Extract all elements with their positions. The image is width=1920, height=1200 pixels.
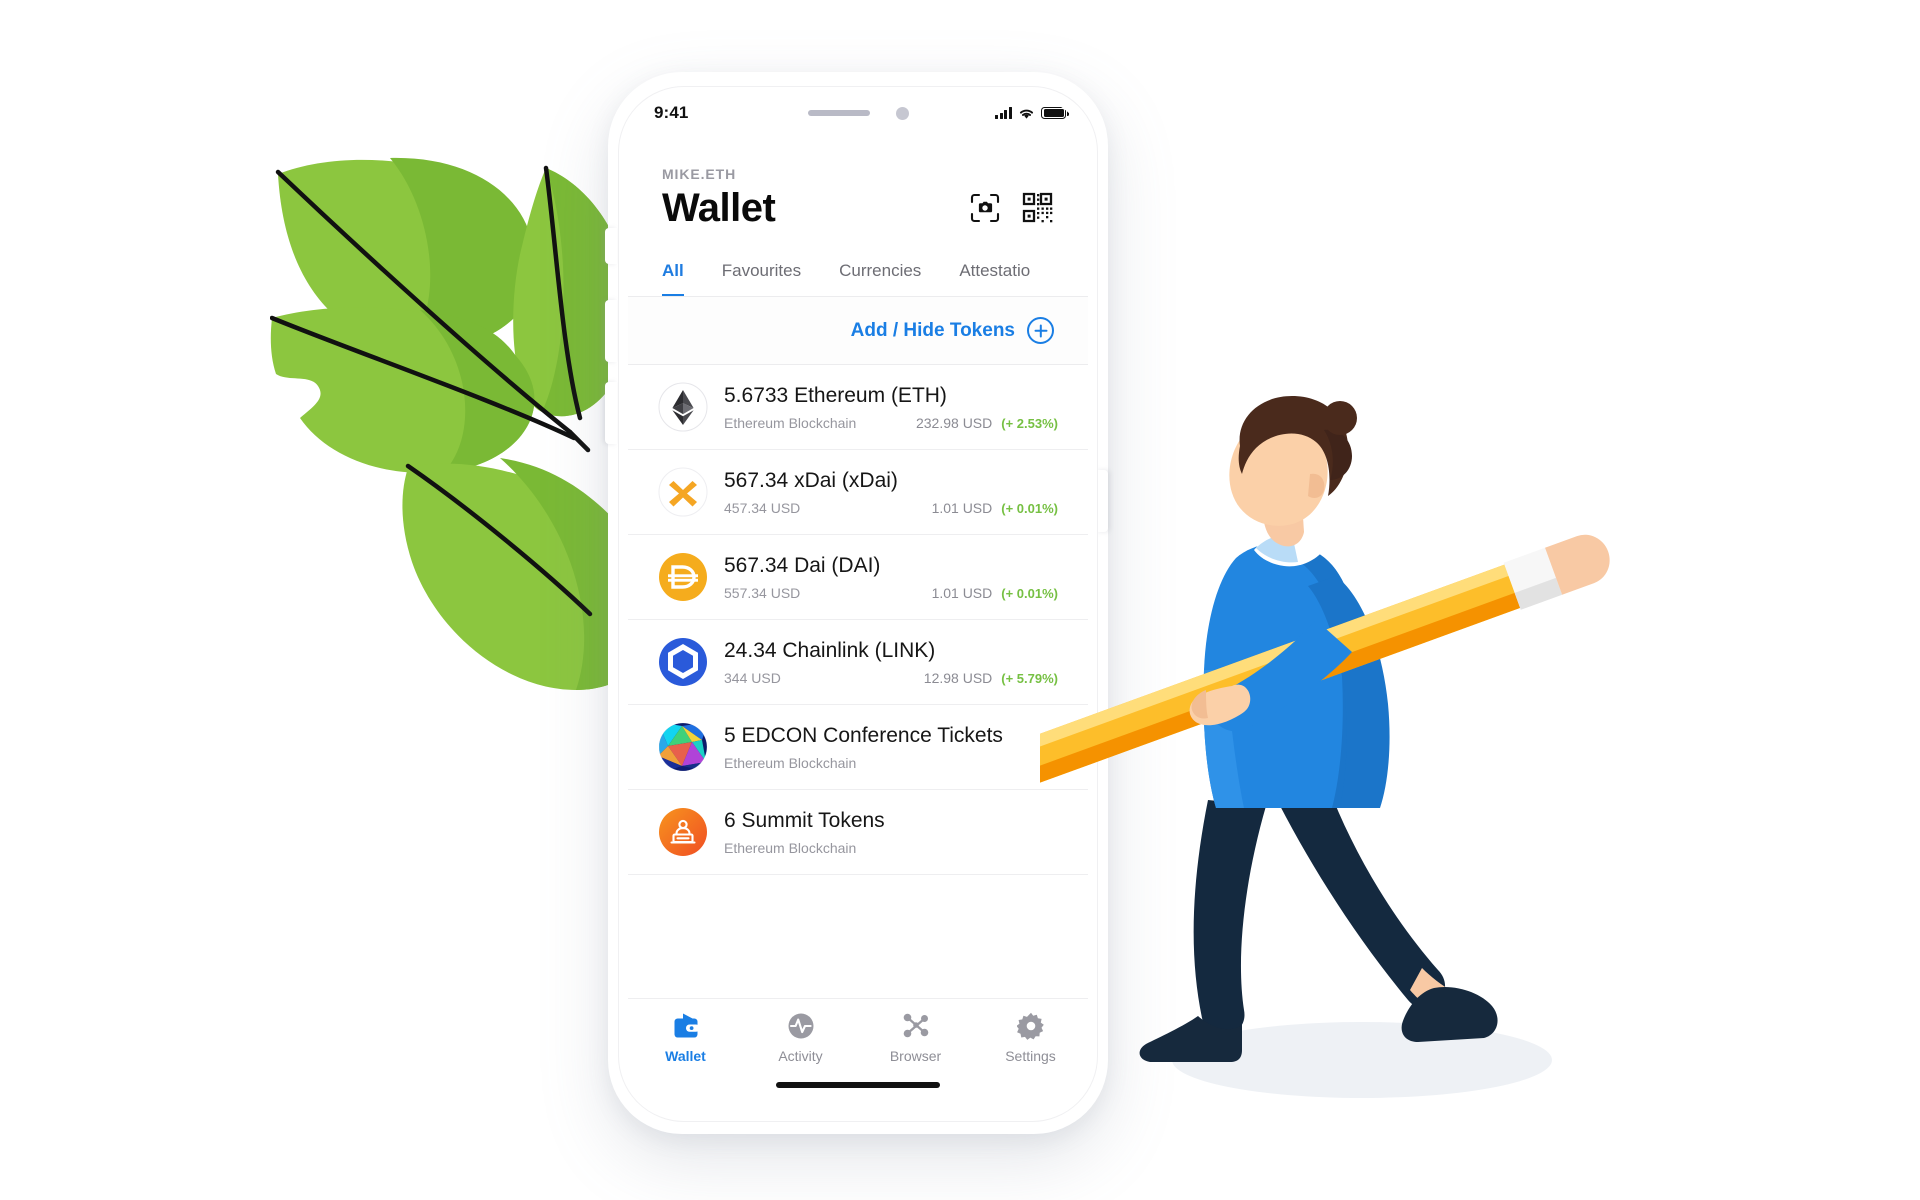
token-subtitle: 344 USD bbox=[724, 669, 781, 686]
token-subrow: 344 USD 12.98 USD (+ 5.79%) bbox=[724, 670, 1058, 686]
token-price-group: 12.98 USD (+ 5.79%) bbox=[924, 670, 1058, 686]
token-name: 5.6733 Ethereum (ETH) bbox=[724, 384, 947, 408]
front-camera-icon bbox=[895, 106, 909, 120]
table-row[interactable]: 567.34 Dai (DAI) 557.34 USD 1.01 USD (+ … bbox=[628, 535, 1088, 620]
battery-icon bbox=[1041, 106, 1069, 120]
token-subrow: 457.34 USD 1.01 USD (+ 0.01%) bbox=[724, 500, 1058, 516]
tab-all[interactable]: All bbox=[662, 261, 684, 296]
table-row[interactable]: 5.6733 Ethereum (ETH) Ethereum Blockchai… bbox=[628, 365, 1088, 450]
token-subtitle: Ethereum Blockchain bbox=[724, 839, 857, 856]
token-list: 5.6733 Ethereum (ETH) Ethereum Blockchai… bbox=[628, 365, 1088, 875]
token-details: 5 EDCON Conference Tickets Ethereum Bloc… bbox=[724, 723, 1058, 770]
token-subtitle: 557.34 USD bbox=[724, 584, 801, 601]
token-name: 6 Summit Tokens bbox=[724, 809, 885, 833]
add-hide-tokens-label[interactable]: Add / Hide Tokens bbox=[851, 320, 1015, 342]
bottom-navigation: Wallet Activity Browser Settings bbox=[628, 998, 1088, 1110]
nav-label-browser: Browser bbox=[889, 1048, 942, 1064]
token-price-group: 232.98 USD (+ 2.53%) bbox=[916, 415, 1058, 431]
scan-camera-icon[interactable] bbox=[968, 191, 1002, 225]
phone-mute-switch[interactable] bbox=[605, 228, 617, 264]
token-subtitle: Ethereum Blockchain bbox=[724, 754, 857, 771]
ethereum-icon bbox=[658, 382, 708, 432]
token-price: 1.01 USD bbox=[931, 584, 993, 601]
token-subtitle: Ethereum Blockchain bbox=[724, 414, 857, 431]
plus-circle-icon[interactable] bbox=[1027, 317, 1054, 344]
token-details: 567.34 Dai (DAI) 557.34 USD 1.01 USD (+ … bbox=[724, 553, 1058, 600]
table-row[interactable]: 6 Summit Tokens Ethereum Blockchain bbox=[628, 790, 1088, 875]
wifi-icon bbox=[1019, 109, 1034, 119]
token-subrow: Ethereum Blockchain bbox=[724, 840, 1058, 856]
token-price: 232.98 USD bbox=[915, 414, 993, 431]
token-subrow: 557.34 USD 1.01 USD (+ 0.01%) bbox=[724, 585, 1058, 601]
table-row[interactable]: 5 EDCON Conference Tickets Ethereum Bloc… bbox=[628, 705, 1088, 790]
app-header: MIKE.ETH Wallet bbox=[628, 128, 1088, 231]
table-row[interactable]: 24.34 Chainlink (LINK) 344 USD 12.98 USD… bbox=[628, 620, 1088, 705]
edcon-ticket-icon bbox=[658, 722, 708, 772]
token-name: 5 EDCON Conference Tickets bbox=[724, 724, 1003, 748]
nav-item-browser[interactable]: Browser bbox=[858, 1011, 973, 1064]
token-details: 24.34 Chainlink (LINK) 344 USD 12.98 USD… bbox=[724, 638, 1058, 685]
token-details: 5.6733 Ethereum (ETH) Ethereum Blockchai… bbox=[724, 383, 1058, 430]
phone-screen: 9:41 MIKE.ETH Wallet All Favourites Curr… bbox=[628, 98, 1088, 1110]
token-price: 1.01 USD bbox=[931, 499, 993, 516]
token-details: 6 Summit Tokens Ethereum Blockchain bbox=[724, 808, 1058, 855]
activity-pulse-icon bbox=[786, 1011, 816, 1041]
nav-label-activity: Activity bbox=[778, 1048, 823, 1064]
wallet-icon bbox=[671, 1011, 701, 1041]
token-name: 567.34 Dai (DAI) bbox=[724, 554, 881, 578]
screenshot-root: 9:41 MIKE.ETH Wallet All Favourites Curr… bbox=[0, 0, 1920, 1200]
xdai-icon bbox=[658, 467, 708, 517]
phone-volume-up-button[interactable] bbox=[605, 300, 617, 362]
phone-notch bbox=[755, 98, 961, 128]
token-subrow: Ethereum Blockchain 232.98 USD (+ 2.53%) bbox=[724, 415, 1058, 431]
signal-icon bbox=[995, 107, 1012, 119]
dai-icon bbox=[659, 553, 707, 601]
token-price: 12.98 USD bbox=[923, 669, 993, 686]
tab-currencies[interactable]: Currencies bbox=[839, 261, 921, 296]
token-name: 24.34 Chainlink (LINK) bbox=[724, 639, 936, 663]
qr-code-icon[interactable] bbox=[1020, 191, 1054, 225]
nav-label-wallet: Wallet bbox=[665, 1048, 706, 1064]
status-icons bbox=[995, 106, 1069, 120]
nav-item-activity[interactable]: Activity bbox=[743, 1011, 858, 1064]
tab-attestations[interactable]: Attestatio bbox=[959, 261, 1030, 296]
browser-nodes-icon bbox=[901, 1011, 931, 1041]
token-details: 567.34 xDai (xDai) 457.34 USD 1.01 USD (… bbox=[724, 468, 1058, 515]
phone-volume-down-button[interactable] bbox=[605, 382, 617, 444]
home-indicator[interactable] bbox=[776, 1082, 940, 1088]
token-subtitle: 457.34 USD bbox=[724, 499, 801, 516]
token-subrow: Ethereum Blockchain bbox=[724, 755, 1058, 771]
ens-name-label: MIKE.ETH bbox=[662, 166, 737, 182]
earpiece-speaker-icon bbox=[807, 110, 870, 116]
summit-token-icon bbox=[659, 808, 707, 856]
token-name: 567.34 xDai (xDai) bbox=[724, 469, 898, 493]
nav-item-wallet[interactable]: Wallet bbox=[628, 1011, 743, 1064]
chainlink-icon bbox=[659, 638, 707, 686]
page-title: Wallet bbox=[662, 186, 776, 230]
title-row: Wallet bbox=[662, 186, 1054, 231]
wallet-tabs: All Favourites Currencies Attestatio bbox=[628, 261, 1088, 297]
tab-favourites[interactable]: Favourites bbox=[722, 261, 801, 296]
man-carrying-pencil-illustration bbox=[1040, 396, 1610, 1098]
header-actions bbox=[968, 191, 1054, 227]
add-hide-tokens-row[interactable]: Add / Hide Tokens bbox=[628, 297, 1088, 365]
status-time: 9:41 bbox=[654, 103, 689, 122]
table-row[interactable]: 567.34 xDai (xDai) 457.34 USD 1.01 USD (… bbox=[628, 450, 1088, 535]
